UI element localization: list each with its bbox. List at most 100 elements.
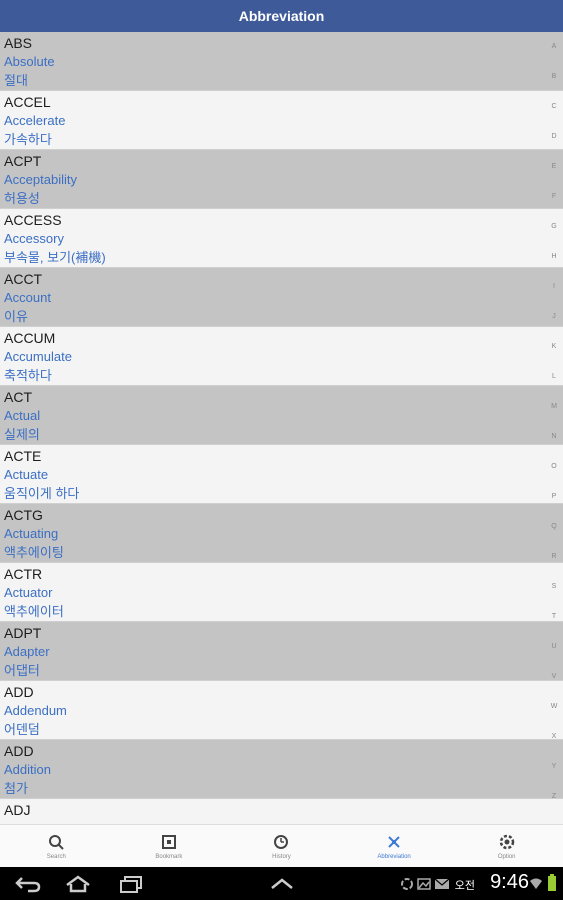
abbreviation-text: ACCESS: [4, 212, 62, 228]
index-letter[interactable]: B: [549, 62, 559, 92]
chevron-up-icon[interactable]: [268, 875, 296, 898]
abbreviation-list[interactable]: ABS Absolute 절대 ACCEL Accelerate 가속하다 ACPT Acce…: [0, 32, 563, 824]
korean-meaning: 가속하다: [4, 132, 52, 147]
index-letter[interactable]: J: [549, 302, 559, 332]
abbreviation-text: ADD: [4, 684, 34, 700]
recent-apps-icon[interactable]: [118, 875, 146, 898]
list-item[interactable]: ACCESS Accessory 부속물, 보기(補機): [0, 209, 563, 268]
tab-history[interactable]: History: [225, 825, 338, 868]
index-letter[interactable]: W: [549, 692, 559, 722]
list-item[interactable]: ADPT Adapter 어댑터: [0, 622, 563, 681]
index-letter[interactable]: O: [549, 452, 559, 482]
page-title: Abbreviation: [238, 8, 325, 24]
abbreviation-text: ABS: [4, 35, 33, 51]
list-item[interactable]: ACTR Actuator 액추에이터: [0, 563, 563, 622]
tab-bookmark[interactable]: Bookmark: [113, 825, 226, 868]
index-letter[interactable]: A: [549, 32, 559, 62]
app-title-bar: Abbreviation: [0, 0, 563, 32]
tab-abbreviation[interactable]: Abbreviation: [338, 825, 451, 868]
index-letter[interactable]: Y: [549, 752, 559, 782]
alphabet-index[interactable]: ABCDEFGHIJKLMNOPQRSTUVWXYZ: [549, 32, 559, 824]
list-item[interactable]: ACCEL Accelerate 가속하다: [0, 91, 563, 150]
back-icon[interactable]: [14, 875, 42, 898]
index-letter[interactable]: R: [549, 542, 559, 572]
list-item[interactable]: ADD Addition 첨가: [0, 740, 563, 799]
index-letter[interactable]: Z: [549, 782, 559, 812]
english-meaning: Accessory: [4, 231, 64, 246]
korean-meaning: 액추에이터: [4, 604, 64, 619]
index-letter[interactable]: P: [549, 482, 559, 512]
index-letter[interactable]: L: [549, 362, 559, 392]
index-letter[interactable]: U: [549, 632, 559, 662]
korean-meaning: 허용성: [4, 191, 40, 206]
tab-option[interactable]: Option: [450, 825, 563, 868]
abbreviation-text: ACTE: [4, 448, 42, 464]
index-letter[interactable]: C: [549, 92, 559, 122]
index-letter[interactable]: D: [549, 122, 559, 152]
abbreviation-text: ACTR: [4, 566, 43, 582]
index-letter[interactable]: V: [549, 662, 559, 692]
english-meaning: Addendum: [4, 703, 67, 718]
tab-label: Option: [497, 854, 516, 860]
english-meaning: Acceptability: [4, 172, 77, 187]
tab-label: Bookmark: [155, 854, 183, 860]
gear-icon: [498, 833, 516, 851]
abbreviation-icon: [385, 833, 403, 851]
index-letter[interactable]: N: [549, 422, 559, 452]
abbreviation-text: ADPT: [4, 625, 42, 641]
index-letter[interactable]: T: [549, 602, 559, 632]
list-item[interactable]: ACTG Actuating 액추에이팅: [0, 504, 563, 563]
abbreviation-text: ACCEL: [4, 94, 51, 110]
korean-meaning: 이유: [4, 309, 28, 324]
abbreviation-text: ACTG: [4, 507, 43, 523]
list-item[interactable]: ACCUM Accumulate 축적하다: [0, 327, 563, 386]
abbreviation-text: ACCUM: [4, 330, 56, 346]
index-letter[interactable]: E: [549, 152, 559, 182]
korean-meaning: 첨가: [4, 781, 28, 796]
home-icon[interactable]: [64, 875, 92, 898]
english-meaning: Addition: [4, 762, 51, 777]
search-icon: [47, 833, 65, 851]
korean-meaning: 어댑터: [4, 663, 40, 678]
list-item[interactable]: ACPT Acceptability 허용성: [0, 150, 563, 209]
tab-label: Search: [46, 854, 66, 860]
wifi-icon: [529, 876, 543, 895]
index-letter[interactable]: Q: [549, 512, 559, 542]
english-meaning: Actuator: [4, 585, 53, 600]
english-meaning: Accumulate: [4, 349, 72, 364]
english-meaning: Actuating: [4, 526, 59, 541]
list-item[interactable]: ADJ: [0, 799, 563, 824]
abbreviation-text: ADD: [4, 743, 34, 759]
index-letter[interactable]: M: [549, 392, 559, 422]
index-letter[interactable]: I: [549, 272, 559, 302]
index-letter[interactable]: S: [549, 572, 559, 602]
index-letter[interactable]: H: [549, 242, 559, 272]
clock-time: 9:46: [490, 871, 529, 893]
korean-meaning: 축적하다: [4, 368, 52, 383]
list-item[interactable]: ADD Addendum 어덴덤: [0, 681, 563, 740]
english-meaning: Actual: [4, 408, 41, 423]
abbreviation-text: ACCT: [4, 271, 43, 287]
index-letter[interactable]: F: [549, 182, 559, 212]
clock-ampm: 오전: [454, 880, 475, 892]
bottom-tab-bar: Search Bookmark History Abbreviation Opt…: [0, 824, 563, 868]
system-navigation-bar: 오전 9:46: [0, 867, 563, 900]
tab-search[interactable]: Search: [0, 825, 113, 868]
abbreviation-text: ADJ: [4, 802, 31, 818]
index-letter[interactable]: G: [549, 212, 559, 242]
english-meaning: Actuate: [4, 467, 49, 482]
list-item[interactable]: ACT Actual 실제의: [0, 386, 563, 445]
list-item[interactable]: ACCT Account 이유: [0, 268, 563, 327]
list-item[interactable]: ACTE Actuate 움직이게 하다: [0, 445, 563, 504]
english-meaning: Absolute: [4, 54, 55, 69]
index-letter[interactable]: X: [549, 722, 559, 752]
abbreviation-text: ACT: [4, 389, 32, 405]
mail-icon: [434, 877, 450, 896]
index-letter[interactable]: K: [549, 332, 559, 362]
bookmark-icon: [160, 833, 178, 851]
battery-icon: [547, 874, 557, 897]
tab-label: Abbreviation: [377, 854, 411, 860]
list-item[interactable]: ABS Absolute 절대: [0, 32, 563, 91]
korean-meaning: 실제의: [4, 427, 40, 442]
english-meaning: Adapter: [4, 644, 50, 659]
